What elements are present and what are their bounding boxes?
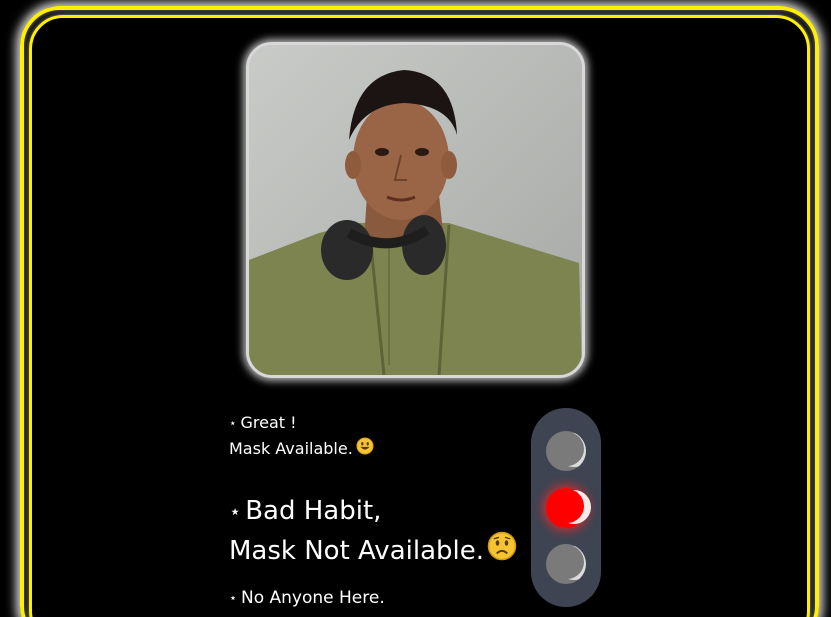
status-bad-line1: ⋆ Bad Habit, <box>229 496 382 526</box>
lamp-middle-red-on <box>546 488 586 528</box>
smiling-face-icon <box>356 437 374 462</box>
status-great-line1: ⋆ Great ! <box>229 413 297 432</box>
camera-photo <box>246 42 585 378</box>
traffic-light <box>531 408 601 607</box>
status-great-line2: Mask Available. <box>229 436 374 462</box>
lamp-bottom-off <box>546 544 586 584</box>
star-icon: ⋆ <box>229 416 237 431</box>
star-icon: ⋆ <box>229 591 237 607</box>
lamp-top-off <box>546 431 586 471</box>
status-no-one-here: ⋆ No Anyone Here. <box>229 588 385 608</box>
status-bad-line2: Mask Not Available. <box>229 531 517 572</box>
status-mask-not-available: ⋆ Bad Habit, Mask Not Available. <box>229 492 517 572</box>
status-mask-available: ⋆ Great ! Mask Available. <box>229 410 374 462</box>
star-icon: ⋆ <box>229 500 242 524</box>
person-photo-illustration <box>249 45 582 375</box>
worried-face-icon <box>487 531 517 572</box>
